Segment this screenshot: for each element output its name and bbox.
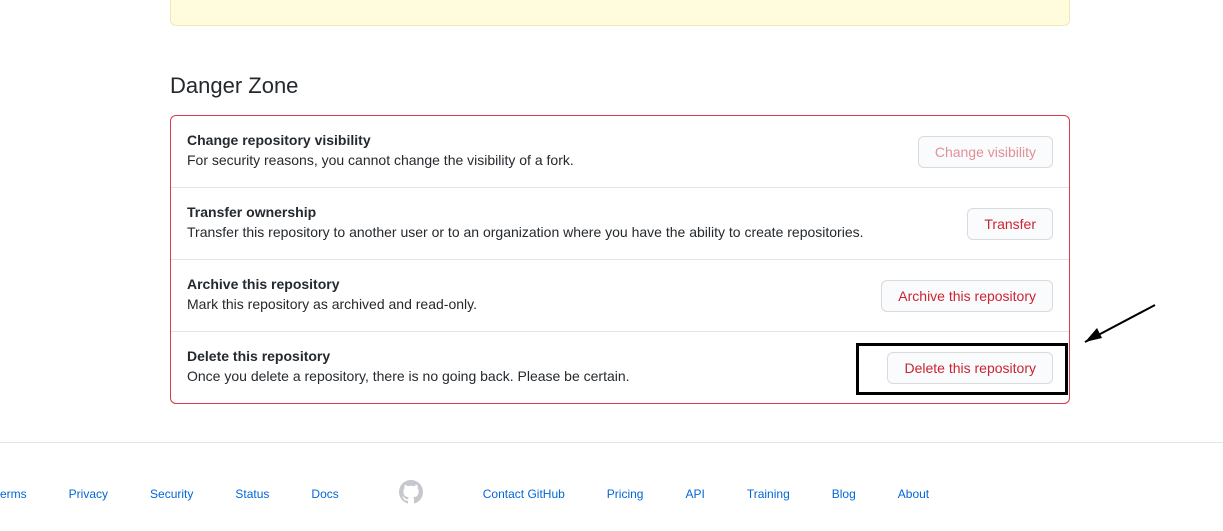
- change-visibility-desc: For security reasons, you cannot change …: [187, 150, 898, 171]
- footer-divider: [0, 442, 1223, 443]
- danger-zone-box: Change repository visibility For securit…: [170, 115, 1070, 404]
- footer-api-link[interactable]: API: [685, 487, 704, 501]
- archive-repo-text: Archive this repository Mark this reposi…: [187, 276, 881, 315]
- transfer-ownership-title: Transfer ownership: [187, 204, 947, 220]
- change-visibility-row: Change repository visibility For securit…: [171, 116, 1069, 188]
- delete-repo-row: Delete this repository Once you delete a…: [171, 332, 1069, 403]
- footer-security-link[interactable]: Security: [150, 487, 193, 501]
- transfer-ownership-text: Transfer ownership Transfer this reposit…: [187, 204, 967, 243]
- footer-training-link[interactable]: Training: [747, 487, 790, 501]
- footer-blog-link[interactable]: Blog: [832, 487, 856, 501]
- footer-terms-link[interactable]: erms: [0, 487, 27, 501]
- archive-repo-desc: Mark this repository as archived and rea…: [187, 294, 861, 315]
- danger-zone-section: Danger Zone Change repository visibility…: [170, 73, 1070, 404]
- footer-status-link[interactable]: Status: [235, 487, 269, 501]
- archive-repo-title: Archive this repository: [187, 276, 861, 292]
- footer-right-links: Contact GitHub Pricing API Training Blog…: [483, 487, 929, 501]
- transfer-ownership-row: Transfer ownership Transfer this reposit…: [171, 188, 1069, 260]
- annotation-arrow-icon: [1070, 300, 1160, 355]
- footer-contact-link[interactable]: Contact GitHub: [483, 487, 565, 501]
- change-visibility-text: Change repository visibility For securit…: [187, 132, 918, 171]
- transfer-button[interactable]: Transfer: [967, 208, 1053, 240]
- delete-repo-desc: Once you delete a repository, there is n…: [187, 366, 867, 387]
- transfer-ownership-desc: Transfer this repository to another user…: [187, 222, 947, 243]
- footer-left-links: erms Privacy Security Status Docs: [0, 487, 339, 501]
- notice-banner-remnant: [170, 0, 1070, 26]
- footer-about-link[interactable]: About: [898, 487, 929, 501]
- delete-repo-title: Delete this repository: [187, 348, 867, 364]
- delete-repo-text: Delete this repository Once you delete a…: [187, 348, 887, 387]
- archive-repo-button[interactable]: Archive this repository: [881, 280, 1053, 312]
- github-logo-icon[interactable]: [399, 480, 423, 507]
- change-visibility-button: Change visibility: [918, 136, 1053, 168]
- archive-repo-row: Archive this repository Mark this reposi…: [171, 260, 1069, 332]
- footer-pricing-link[interactable]: Pricing: [607, 487, 644, 501]
- danger-zone-heading: Danger Zone: [170, 73, 1070, 99]
- footer: erms Privacy Security Status Docs Contac…: [0, 480, 1223, 507]
- change-visibility-title: Change repository visibility: [187, 132, 898, 148]
- footer-privacy-link[interactable]: Privacy: [69, 487, 108, 501]
- delete-repo-button[interactable]: Delete this repository: [887, 352, 1053, 384]
- footer-docs-link[interactable]: Docs: [311, 487, 338, 501]
